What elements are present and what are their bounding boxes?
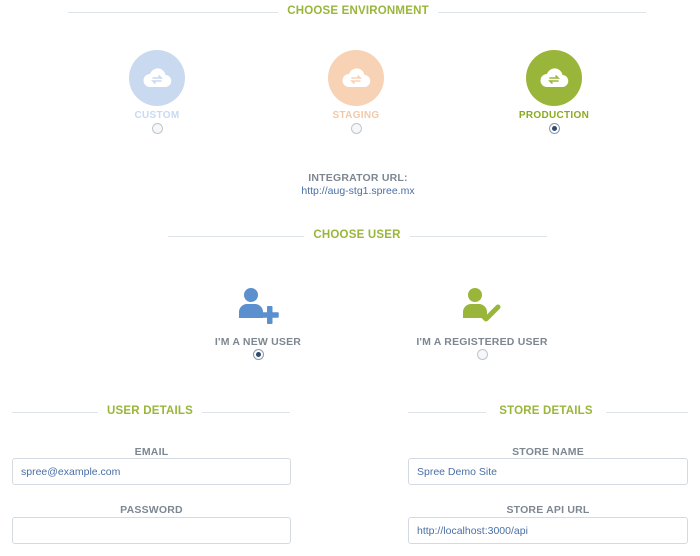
integrator-url-label: INTEGRATOR URL: — [308, 172, 408, 184]
divider-line — [606, 412, 688, 413]
environment-label-custom: CUSTOM — [134, 110, 180, 121]
user-radio-registered[interactable] — [476, 349, 488, 360]
environment-radio-staging[interactable] — [350, 123, 362, 134]
cloud-sync-icon — [328, 50, 384, 106]
environment-option-staging[interactable]: STAGING — [296, 50, 416, 134]
user-radio-new[interactable] — [252, 349, 264, 360]
divider-line — [168, 236, 304, 237]
store-api-url-field[interactable] — [408, 517, 688, 544]
password-field[interactable] — [12, 517, 291, 544]
choose-user-heading: CHOOSE USER — [313, 229, 401, 241]
store-name-field[interactable] — [408, 458, 688, 485]
user-details-heading: USER DETAILS — [107, 405, 193, 417]
choose-environment-heading: CHOOSE ENVIRONMENT — [287, 5, 429, 17]
divider-line — [438, 12, 646, 13]
user-option-registered[interactable]: I'M A REGISTERED USER — [392, 286, 572, 360]
divider-line — [202, 412, 290, 413]
add-user-icon — [234, 286, 282, 332]
integrator-url-link[interactable]: http://aug-stg1.spree.mx — [0, 185, 700, 197]
cloud-sync-icon — [129, 50, 185, 106]
cloud-sync-icon — [526, 50, 582, 106]
divider-line — [12, 412, 98, 413]
store-api-url-label: STORE API URL — [506, 504, 590, 516]
password-label: PASSWORD — [120, 504, 183, 516]
user-option-label-registered: I'M A REGISTERED USER — [416, 336, 548, 348]
store-details-heading: STORE DETAILS — [499, 405, 593, 417]
user-option-new[interactable]: I'M A NEW USER — [168, 286, 348, 360]
environment-label-staging: STAGING — [332, 110, 380, 121]
integrator-url-block: INTEGRATOR URL: http://aug-stg1.spree.mx — [0, 172, 700, 197]
divider-line — [68, 12, 278, 13]
verified-user-icon — [458, 286, 506, 332]
email-field[interactable] — [12, 458, 291, 485]
user-option-label-new: I'M A NEW USER — [214, 336, 302, 348]
environment-label-production: PRODUCTION — [518, 110, 590, 121]
environment-option-production[interactable]: PRODUCTION — [494, 50, 614, 134]
environment-radio-custom[interactable] — [151, 123, 163, 134]
environment-option-custom[interactable]: CUSTOM — [97, 50, 217, 134]
environment-radio-production[interactable] — [548, 123, 560, 134]
divider-line — [408, 412, 486, 413]
email-label: EMAIL — [134, 446, 169, 458]
divider-line — [410, 236, 547, 237]
connection-setup-page: CHOOSE ENVIRONMENT CUSTOM STAGING PRODUC… — [0, 0, 700, 556]
store-name-label: STORE NAME — [512, 446, 584, 458]
